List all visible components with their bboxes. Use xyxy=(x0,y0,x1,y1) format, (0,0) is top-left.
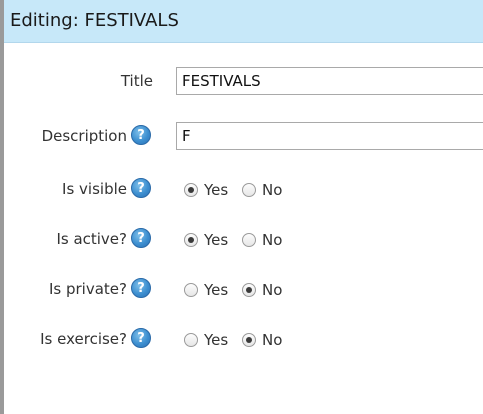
is-active-help-icon[interactable]: ? xyxy=(131,228,151,248)
title-label: Title xyxy=(120,72,153,90)
is-active-no-label: No xyxy=(262,231,283,249)
title-input[interactable] xyxy=(176,67,483,95)
is-active-yes-label: Yes xyxy=(204,231,229,249)
is-private-no-option[interactable]: No xyxy=(242,278,282,302)
description-label: Description xyxy=(41,127,127,145)
is-exercise-row: Is exercise? ? Yes No xyxy=(4,325,483,355)
is-private-row: Is private? ? Yes No xyxy=(4,275,483,305)
is-private-no-radio[interactable] xyxy=(242,283,256,297)
is-exercise-yes-option[interactable]: Yes xyxy=(184,328,228,352)
description-input[interactable] xyxy=(176,122,483,150)
is-exercise-no-label: No xyxy=(262,331,283,349)
is-active-no-radio[interactable] xyxy=(242,233,256,247)
is-exercise-yes-label: Yes xyxy=(204,331,229,349)
is-visible-no-option[interactable]: No xyxy=(242,178,282,202)
is-exercise-help-icon[interactable]: ? xyxy=(131,328,151,348)
is-private-yes-option[interactable]: Yes xyxy=(184,278,228,302)
is-private-help-icon[interactable]: ? xyxy=(131,278,151,298)
page-header: Editing: FESTIVALS xyxy=(4,0,483,43)
is-exercise-label: Is exercise? xyxy=(40,330,127,348)
is-visible-no-radio[interactable] xyxy=(242,183,256,197)
title-row: Title xyxy=(4,67,483,97)
is-visible-row: Is visible ? Yes No xyxy=(4,175,483,205)
description-row: Description ? xyxy=(4,122,483,152)
is-exercise-no-radio[interactable] xyxy=(242,333,256,347)
is-private-yes-label: Yes xyxy=(204,281,229,299)
is-exercise-yes-radio[interactable] xyxy=(184,333,198,347)
is-private-no-label: No xyxy=(262,281,283,299)
is-active-label: Is active? xyxy=(56,230,127,248)
is-visible-label: Is visible xyxy=(62,180,127,198)
page-title: Editing: FESTIVALS xyxy=(10,10,179,31)
description-help-icon[interactable]: ? xyxy=(131,125,151,145)
is-private-yes-radio[interactable] xyxy=(184,283,198,297)
is-visible-no-label: No xyxy=(262,181,283,199)
is-private-label: Is private? xyxy=(48,280,127,298)
is-visible-help-icon[interactable]: ? xyxy=(131,178,151,198)
is-active-row: Is active? ? Yes No xyxy=(4,225,483,255)
is-exercise-no-option[interactable]: No xyxy=(242,328,282,352)
is-visible-yes-option[interactable]: Yes xyxy=(184,178,228,202)
is-active-no-option[interactable]: No xyxy=(242,228,282,252)
is-active-yes-option[interactable]: Yes xyxy=(184,228,228,252)
is-active-yes-radio[interactable] xyxy=(184,233,198,247)
is-visible-yes-label: Yes xyxy=(204,181,229,199)
is-visible-yes-radio[interactable] xyxy=(184,183,198,197)
